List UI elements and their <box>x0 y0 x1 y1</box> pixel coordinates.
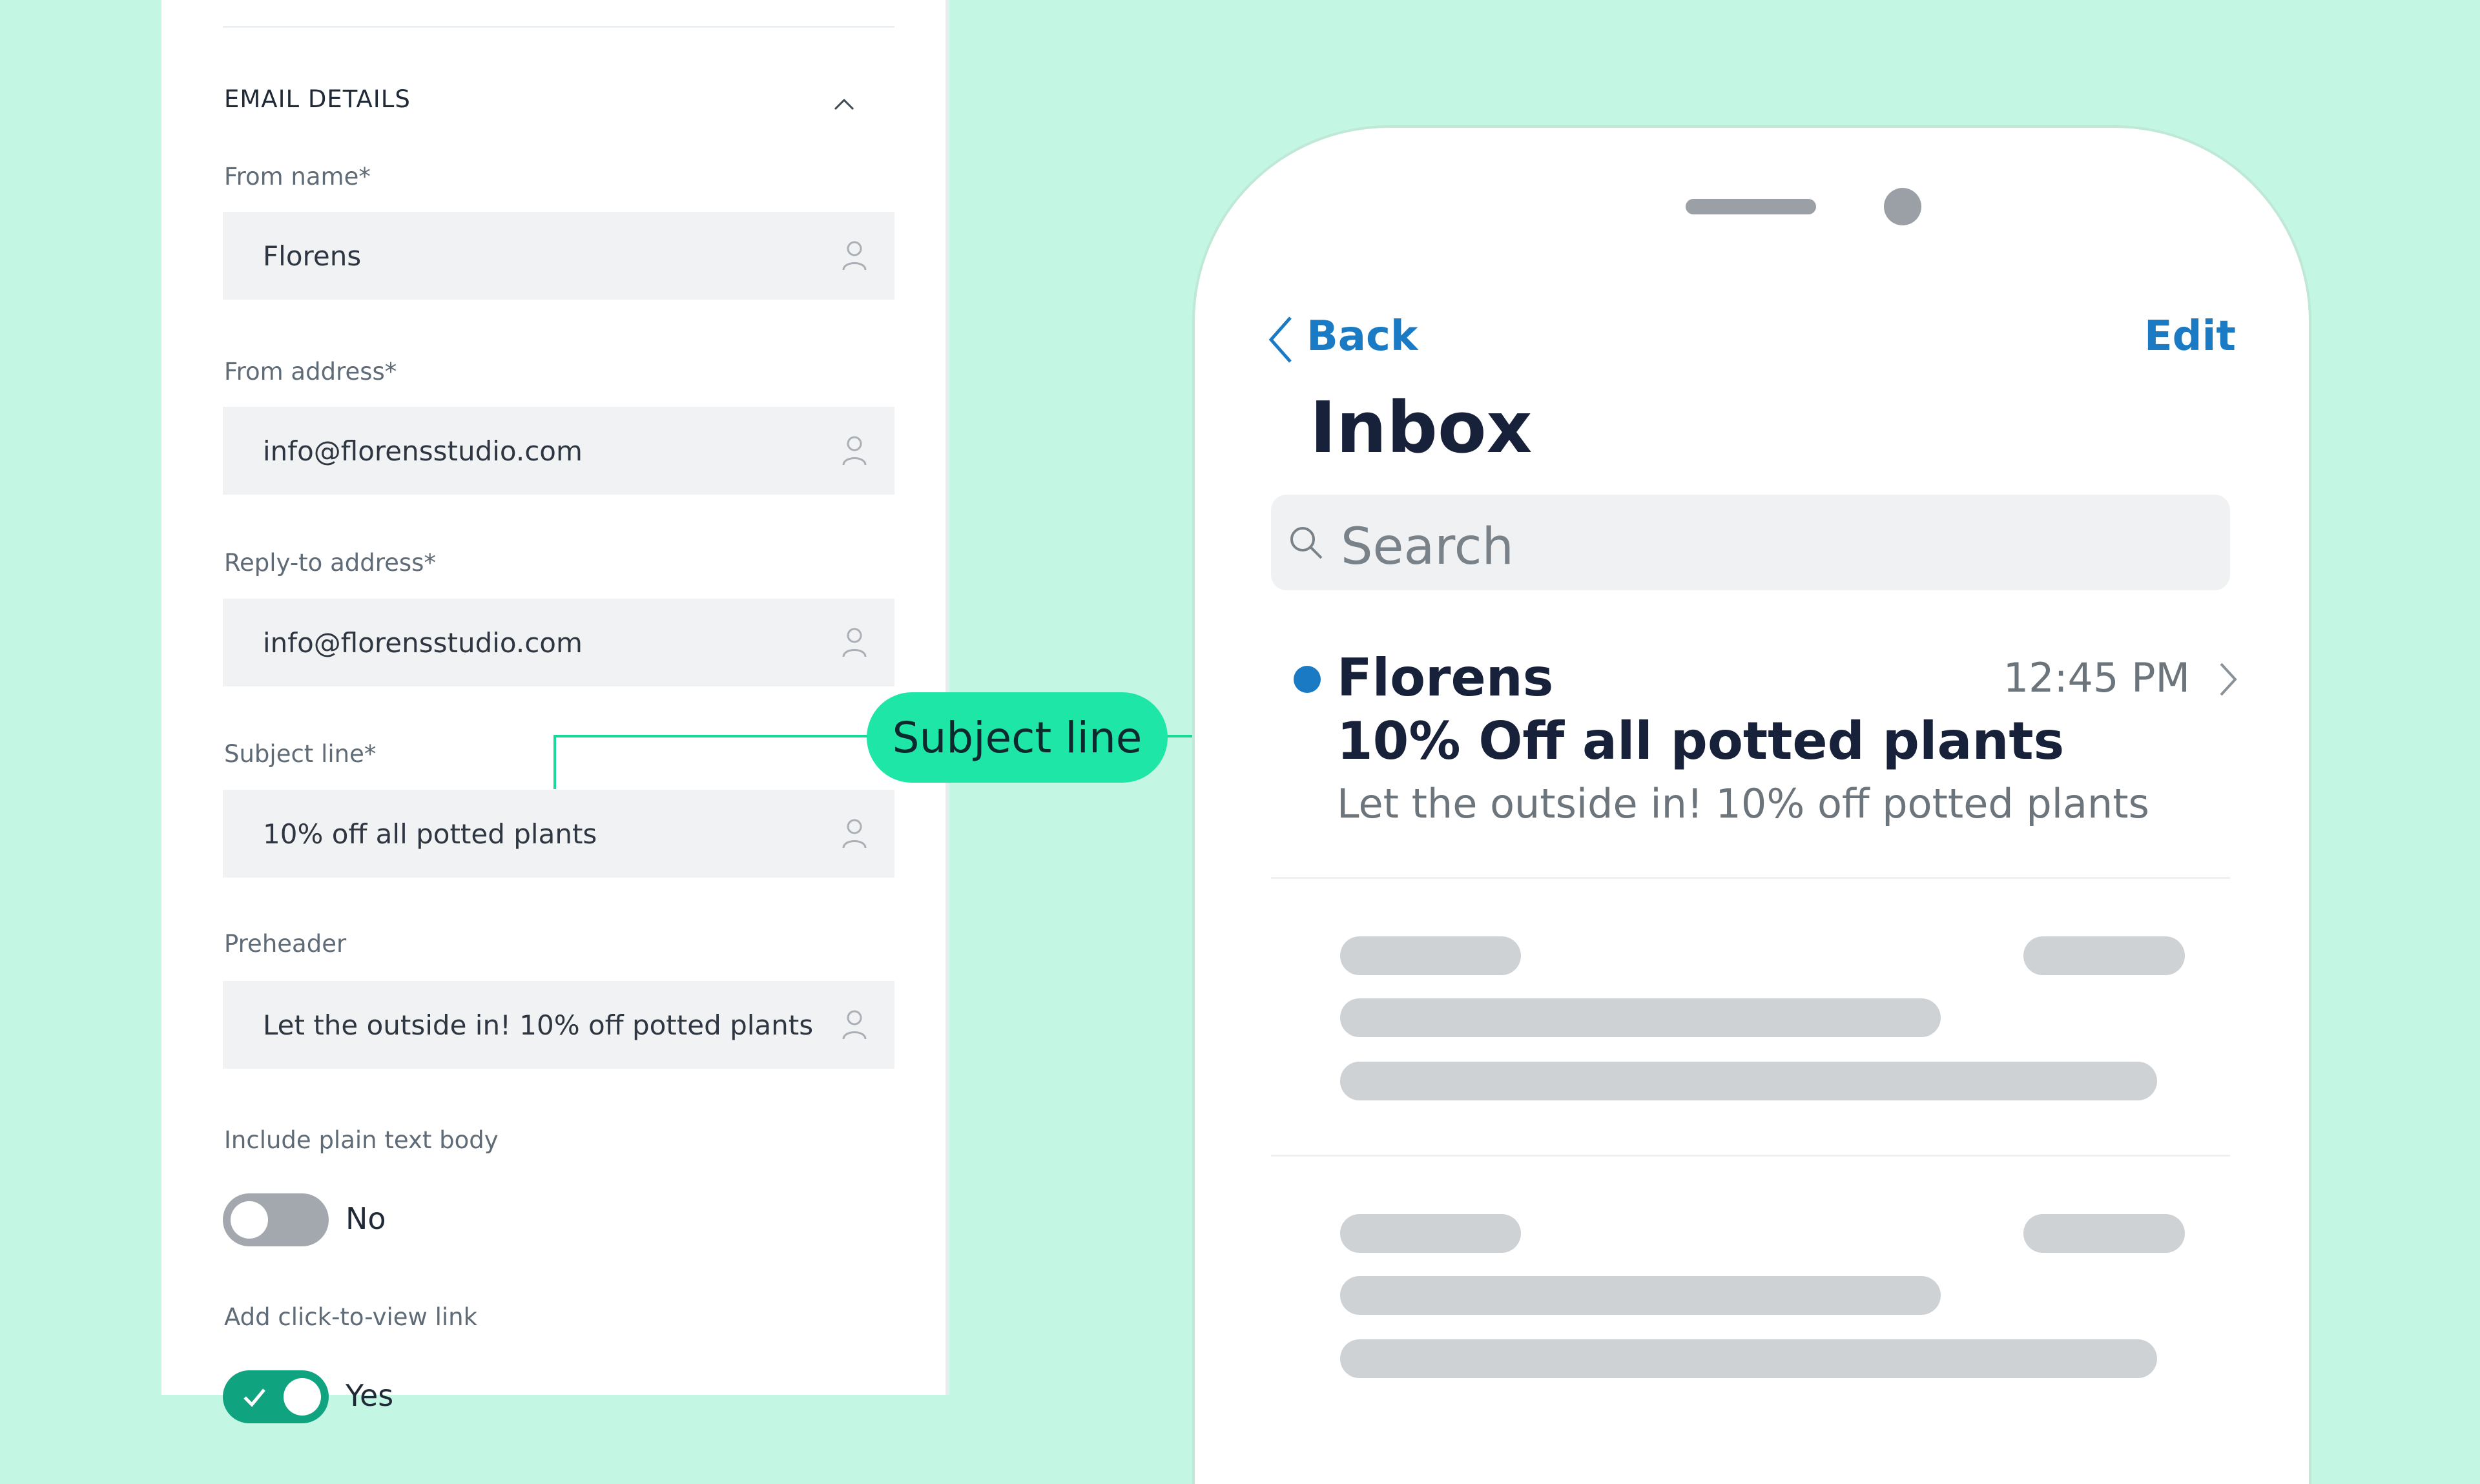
check-icon <box>243 1388 265 1407</box>
email-settings-panel: EMAIL DETAILS From name* Florens From ad… <box>161 0 949 1423</box>
message-subject[interactable]: 10% Off all potted plants <box>1337 711 2064 771</box>
from-address-label: From address* <box>224 358 397 386</box>
back-button[interactable]: Back <box>1307 313 1418 360</box>
search-input[interactable]: Search <box>1271 495 2230 590</box>
row-divider <box>1271 877 2230 879</box>
callout-connector <box>553 735 868 737</box>
phone-camera <box>1884 188 1921 225</box>
person-icon <box>842 241 867 271</box>
skeleton-line <box>1340 998 1941 1037</box>
skeleton-line <box>1340 936 1521 975</box>
person-icon <box>842 819 867 849</box>
from-address-field[interactable]: info@florensstudio.com <box>223 407 894 495</box>
toggle-knob <box>284 1378 321 1416</box>
skeleton-line <box>2023 1214 2185 1253</box>
plain-text-toggle[interactable] <box>223 1193 329 1246</box>
chevron-up-icon[interactable] <box>833 94 855 116</box>
message-time: 12:45 PM <box>2003 654 2190 701</box>
preheader-value: Let the outside in! 10% off potted plant… <box>263 1009 814 1041</box>
reply-to-value: info@florensstudio.com <box>263 626 583 659</box>
chevron-left-icon[interactable] <box>1267 314 1294 366</box>
person-icon <box>842 1010 867 1040</box>
reply-to-label: Reply-to address* <box>224 549 436 577</box>
from-name-field[interactable]: Florens <box>223 212 894 300</box>
subject-line-callout: Subject line <box>867 692 1168 783</box>
skeleton-line <box>1340 1276 1941 1315</box>
search-placeholder: Search <box>1341 518 1514 576</box>
row-divider <box>1271 1155 2230 1157</box>
from-name-label: From name* <box>224 163 371 191</box>
reply-to-field[interactable]: info@florensstudio.com <box>223 599 894 686</box>
page-title: Inbox <box>1310 386 1533 469</box>
message-preview: Let the outside in! 10% off potted plant… <box>1337 780 2149 827</box>
skeleton-line <box>2023 936 2185 975</box>
search-icon <box>1290 527 1323 559</box>
person-icon <box>842 628 867 657</box>
preheader-field[interactable]: Let the outside in! 10% off potted plant… <box>223 981 894 1069</box>
chevron-right-icon[interactable] <box>2218 661 2238 697</box>
skeleton-line <box>1340 1062 2157 1100</box>
click-to-view-toggle-value: Yes <box>346 1378 394 1413</box>
from-name-value: Florens <box>263 240 362 272</box>
click-to-view-label: Add click-to-view link <box>224 1303 478 1331</box>
subject-line-label: Subject line* <box>224 740 377 768</box>
message-sender[interactable]: Florens <box>1337 648 1553 708</box>
section-title: EMAIL DETAILS <box>224 85 411 113</box>
person-icon <box>842 436 867 466</box>
subject-line-field[interactable]: 10% off all potted plants <box>223 790 894 878</box>
skeleton-line <box>1340 1339 2157 1378</box>
callout-connector <box>553 735 556 789</box>
skeleton-line <box>1340 1214 1521 1253</box>
from-address-value: info@florensstudio.com <box>263 435 583 467</box>
toggle-knob <box>231 1201 268 1239</box>
subject-line-value: 10% off all potted plants <box>263 818 597 850</box>
plain-text-label: Include plain text body <box>224 1126 499 1154</box>
edit-button[interactable]: Edit <box>2144 313 2236 360</box>
preheader-label: Preheader <box>224 930 347 958</box>
click-to-view-toggle[interactable] <box>223 1370 329 1423</box>
phone-mockup: Back Edit Inbox Search Florens 12:45 PM … <box>1195 128 2309 1484</box>
unread-indicator <box>1294 666 1321 693</box>
plain-text-toggle-value: No <box>346 1201 386 1236</box>
divider <box>223 26 894 28</box>
phone-speaker <box>1686 199 1816 214</box>
